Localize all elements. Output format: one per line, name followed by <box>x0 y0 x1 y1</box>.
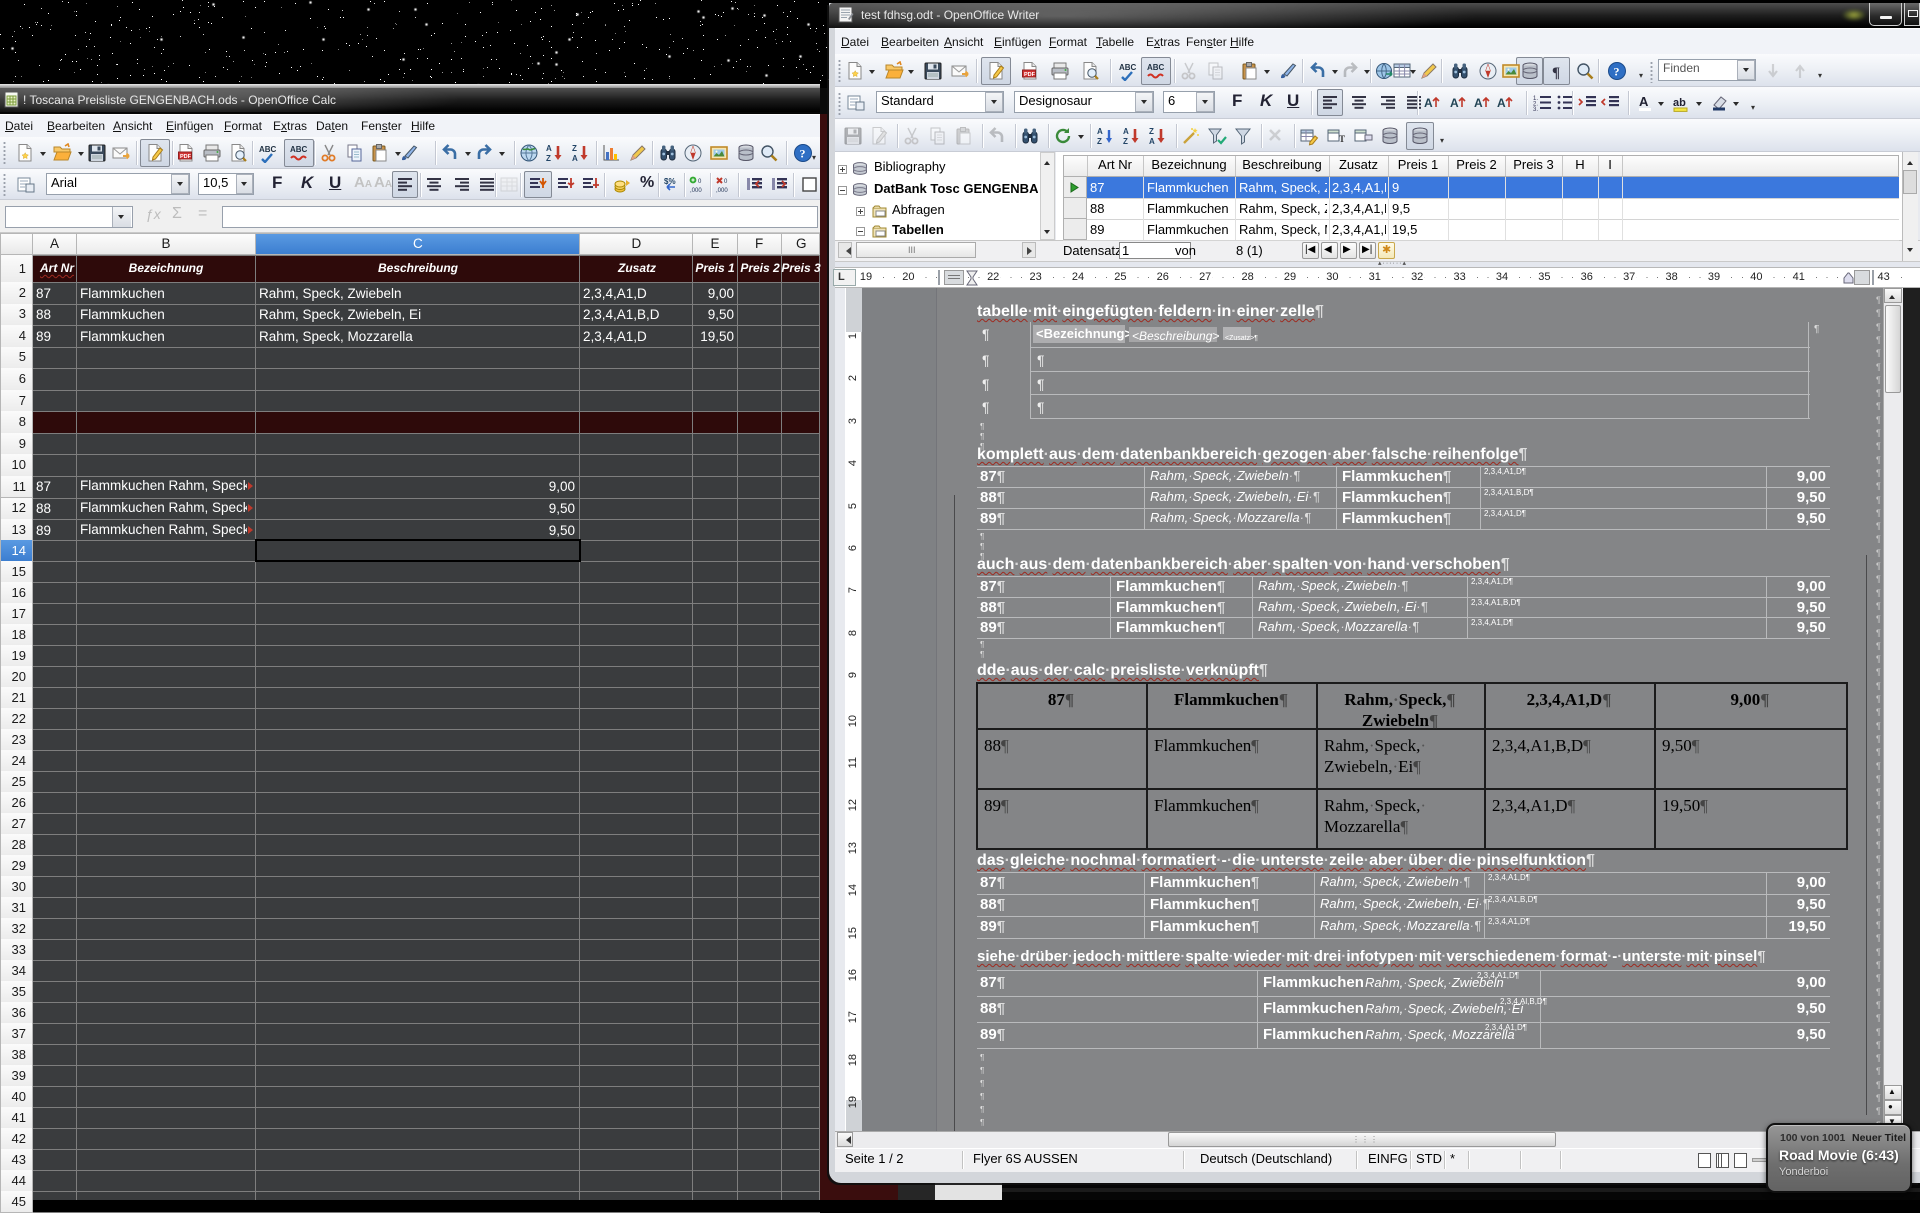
svg-text:Z: Z <box>1097 137 1102 146</box>
svg-text:,000: ,000 <box>716 188 728 194</box>
svg-text:A: A <box>1450 96 1459 110</box>
svg-text:0: 0 <box>698 179 702 185</box>
svg-text:Z: Z <box>572 144 577 153</box>
svg-text:?: ? <box>800 147 806 161</box>
svg-text:Z: Z <box>1149 127 1154 136</box>
svg-text:A: A <box>1474 96 1483 110</box>
svg-text:ABC: ABC <box>1147 63 1165 72</box>
svg-text:ABC: ABC <box>1119 63 1137 72</box>
svg-text:Z: Z <box>546 154 551 163</box>
svg-text:A: A <box>1149 137 1155 146</box>
svg-text:,000: ,000 <box>690 188 702 194</box>
svg-text:?: ? <box>1614 65 1620 79</box>
svg-text:A: A <box>1097 127 1103 136</box>
svg-text:T: T <box>1339 134 1345 144</box>
svg-text:ABC: ABC <box>290 145 308 154</box>
svg-text:A: A <box>1639 94 1649 109</box>
svg-text:3.: 3. <box>1533 107 1538 113</box>
svg-text:A: A <box>1424 96 1433 110</box>
svg-text:A: A <box>1123 127 1129 136</box>
svg-text:0: 0 <box>724 179 728 185</box>
svg-text:PDF: PDF <box>1024 72 1036 78</box>
svg-text:A: A <box>1497 96 1506 110</box>
svg-text:Z: Z <box>1123 137 1128 146</box>
svg-text:ABC: ABC <box>259 145 277 154</box>
svg-text:A: A <box>546 144 552 153</box>
svg-text:¶: ¶ <box>1552 65 1560 81</box>
svg-text:ab: ab <box>1673 97 1686 109</box>
svg-text:A: A <box>572 154 578 163</box>
svg-text:PDF: PDF <box>180 154 192 160</box>
